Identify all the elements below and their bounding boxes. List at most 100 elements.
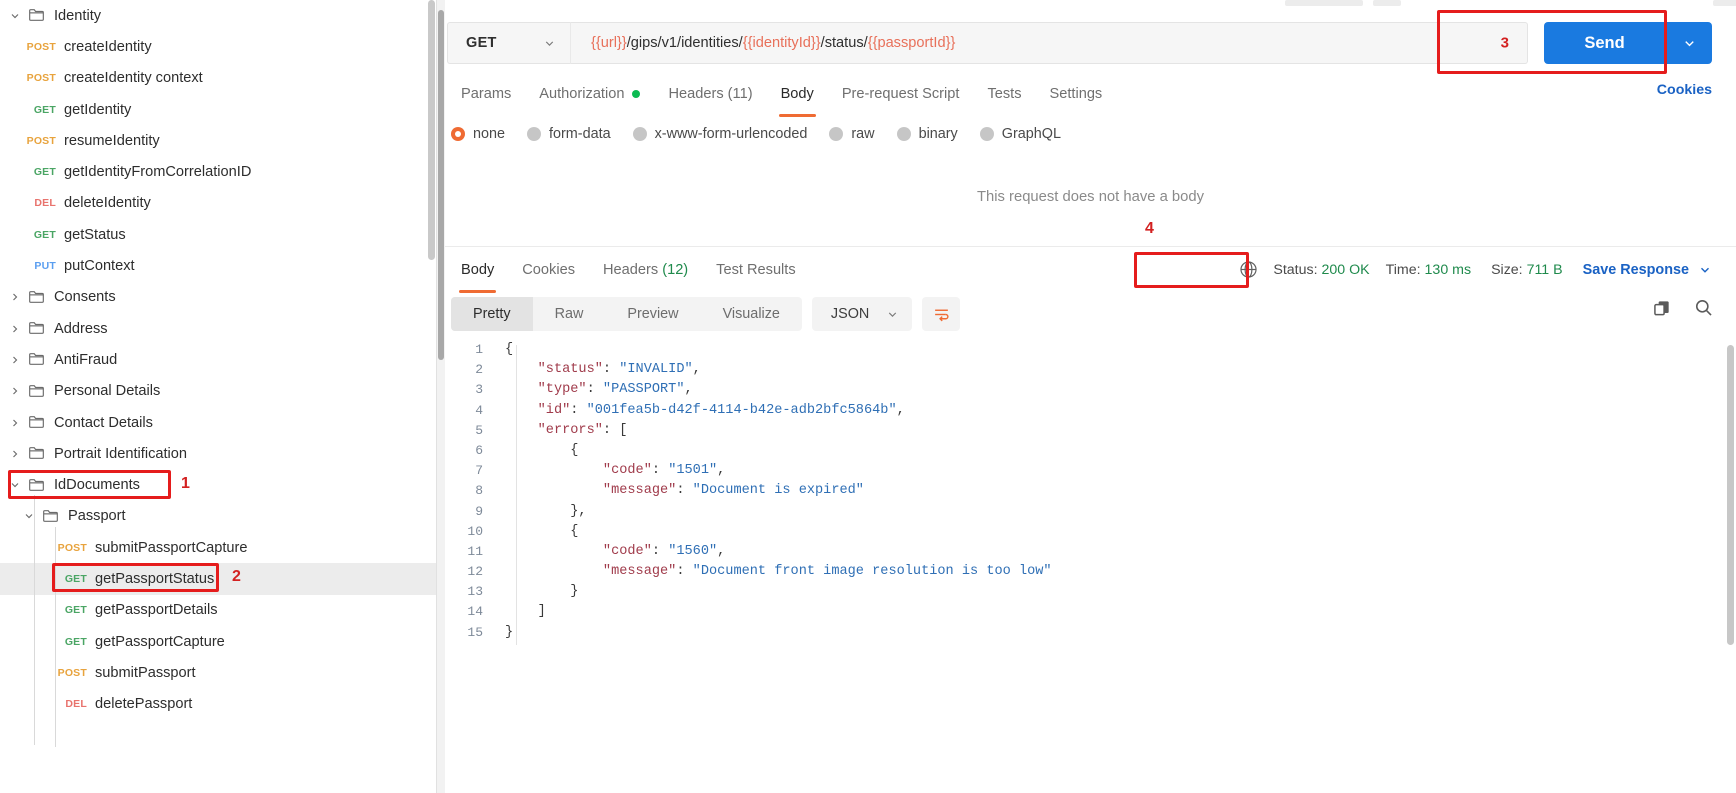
method-badge: GET (64, 572, 87, 585)
view-mode-raw[interactable]: Raw (533, 297, 606, 331)
sidebar-folder-identity[interactable]: Identity (0, 0, 436, 31)
body-type-x-www-form-urlencoded[interactable]: x-www-form-urlencoded (632, 126, 807, 142)
request-tab-authorization[interactable]: Authorization (525, 78, 654, 110)
request-tab-settings[interactable]: Settings (1036, 78, 1117, 110)
code-gutter-divider (516, 345, 517, 645)
line-number: 10 (467, 523, 483, 539)
sidebar-request-submitpassportcapture[interactable]: POST submitPassportCapture (0, 532, 436, 563)
view-mode-visualize[interactable]: Visualize (701, 297, 802, 331)
sidebar-request-resumeidentity[interactable]: POST resumeIdentity (0, 125, 436, 156)
json-punct: { (505, 342, 514, 357)
chevron-down-icon[interactable] (8, 478, 22, 492)
save-response-label: Save Response (1582, 261, 1689, 278)
sidebar-request-deleteidentity[interactable]: DEL deleteIdentity (0, 188, 436, 219)
request-tab-tests[interactable]: Tests (973, 78, 1035, 110)
sidebar-folder-antifraud[interactable]: AntiFraud (0, 344, 436, 375)
json-key: "id" (537, 402, 571, 418)
response-tab-label: Test Results (716, 261, 796, 278)
chevron-down-icon (1698, 263, 1712, 277)
body-type-form-data[interactable]: form-data (527, 126, 611, 142)
radio-icon[interactable] (896, 127, 911, 141)
code-line: 15} (445, 623, 1736, 643)
sidebar-folder-portrait-identification[interactable]: Portrait Identification (0, 438, 436, 469)
globe-icon[interactable] (1239, 260, 1259, 280)
chevron-right-icon[interactable] (8, 353, 22, 367)
sidebar-request-getidentity[interactable]: GET getIdentity (0, 94, 436, 125)
annotation-number-2: 2 (232, 568, 241, 585)
chevron-right-icon[interactable] (8, 290, 22, 304)
postman-window: Identity POST createIdentity POST createIden… (0, 0, 1736, 793)
sidebar-request-getpassportstatus[interactable]: GET getPassportStatus (0, 563, 436, 595)
search-icon[interactable] (1694, 298, 1714, 318)
request-tab-pre-request-script[interactable]: Pre-request Script (828, 78, 974, 110)
radio-icon[interactable] (829, 127, 844, 141)
sidebar-request-getstatus[interactable]: GET getStatus (0, 219, 436, 250)
response-tab-test-results[interactable]: Test Results (702, 254, 809, 286)
send-options-chevron-icon[interactable] (1666, 36, 1712, 51)
body-type-binary[interactable]: binary (896, 126, 958, 142)
main-scrollbar[interactable] (437, 0, 445, 793)
response-format-select[interactable]: JSON (811, 297, 913, 331)
json-key: "type" (537, 382, 587, 398)
request-tab-body[interactable]: Body (767, 78, 828, 117)
response-body-code[interactable]: 1{2 "status": "INVALID", 3 "type": "PASSP… (445, 340, 1736, 793)
sidebar-request-getpassportcapture[interactable]: GET getPassportCapture (0, 626, 436, 657)
code-scrollbar-thumb[interactable] (1727, 345, 1734, 645)
code-line-text: "code": "1560", (505, 542, 725, 562)
response-tab-body[interactable]: Body (447, 254, 508, 293)
code-line: 3 "type": "PASSPORT", (445, 380, 1736, 400)
sidebar-request-getpassportdetails[interactable]: GET getPassportDetails (0, 595, 436, 626)
sidebar-folder-personal-details[interactable]: Personal Details (0, 376, 436, 407)
sidebar-scrollbar[interactable] (427, 0, 436, 793)
response-tab-cookies[interactable]: Cookies (508, 254, 589, 286)
main-scrollbar-thumb[interactable] (438, 10, 444, 360)
sidebar-folder-address[interactable]: Address (0, 313, 436, 344)
cookies-link[interactable]: Cookies (1657, 82, 1712, 98)
view-mode-pretty[interactable]: Pretty (451, 297, 533, 331)
chevron-right-icon[interactable] (8, 416, 22, 430)
sidebar-request-putcontext[interactable]: PUT putContext (0, 250, 436, 281)
request-tab-headers-11[interactable]: Headers (11) (654, 78, 766, 110)
radio-icon[interactable] (451, 127, 465, 141)
sidebar-request-submitpassport[interactable]: POST submitPassport (0, 657, 436, 688)
sidebar-request-deletepassport[interactable]: DEL deletePassport (0, 689, 436, 720)
sidebar-scrollbar-thumb[interactable] (428, 0, 435, 260)
url-input[interactable]: {{url}}/gips/v1/identities/{{identityId}… (570, 22, 1528, 64)
folder-icon (28, 351, 45, 368)
sidebar-folder-consents[interactable]: Consents (0, 282, 436, 313)
body-type-graphql[interactable]: GraphQL (979, 126, 1061, 142)
copy-icon[interactable] (1652, 298, 1672, 318)
chevron-right-icon[interactable] (8, 447, 22, 461)
radio-icon[interactable] (527, 127, 542, 141)
json-string: "1560" (668, 543, 718, 559)
line-number: 7 (475, 463, 483, 479)
method-badge: DEL (34, 197, 56, 210)
sidebar-request-label: getPassportCapture (95, 633, 225, 650)
http-method-select[interactable]: GET (447, 22, 570, 64)
send-button[interactable]: Send (1544, 22, 1712, 64)
code-line: 1{ (445, 340, 1736, 360)
chevron-right-icon[interactable] (8, 322, 22, 336)
code-scrollbar[interactable] (1727, 345, 1734, 789)
response-format-value: JSON (830, 306, 870, 322)
sidebar-request-getidentityfromcorrelationid[interactable]: GET getIdentityFromCorrelationID (0, 156, 436, 187)
sidebar-folder-passport[interactable]: Passport (0, 501, 436, 532)
code-line: 13 } (445, 582, 1736, 602)
radio-icon[interactable] (632, 127, 647, 141)
save-response-button[interactable]: Save Response (1583, 262, 1712, 278)
chevron-right-icon[interactable] (8, 384, 22, 398)
body-type-none[interactable]: none (451, 126, 505, 142)
radio-icon[interactable] (979, 127, 994, 141)
request-tab-params[interactable]: Params (447, 78, 525, 110)
wrap-lines-button[interactable] (922, 297, 961, 331)
view-mode-preview[interactable]: Preview (605, 297, 700, 331)
response-tab-headers-12[interactable]: Headers (12) (589, 254, 702, 286)
sidebar-folder-contact-details[interactable]: Contact Details (0, 407, 436, 438)
request-tab-label: Authorization (539, 86, 625, 102)
response-view-toolbar: Pretty Raw Preview Visualize JSON (451, 297, 961, 331)
sidebar-request-createidentity-context[interactable]: POST createIdentity context (0, 63, 436, 94)
sidebar-folder-iddocuments[interactable]: IdDocuments (0, 469, 436, 500)
body-type-raw[interactable]: raw (829, 126, 875, 142)
sidebar-request-createidentity[interactable]: POST createIdentity (0, 31, 436, 62)
chevron-down-icon[interactable] (8, 9, 22, 23)
